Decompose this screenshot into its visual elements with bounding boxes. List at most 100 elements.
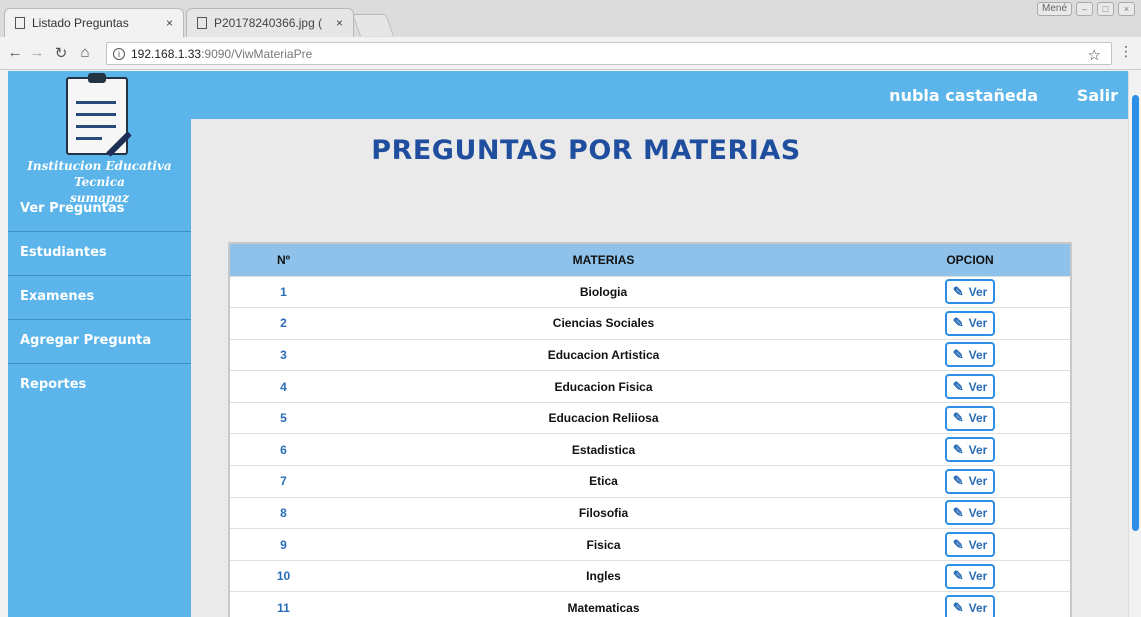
document-icon xyxy=(197,17,207,29)
ver-button[interactable]: ✎ Ver xyxy=(944,437,996,463)
ver-button-label: Ver xyxy=(968,284,988,299)
table-row: 10 Ingles ✎ Ver xyxy=(230,559,1070,592)
minimize-icon[interactable]: – xyxy=(1076,2,1093,16)
materia-name: Matematicas xyxy=(337,591,870,617)
ver-button-label: Ver xyxy=(968,347,988,362)
tab-label: Listado Preguntas xyxy=(32,16,129,30)
ver-button[interactable]: ✎ Ver xyxy=(944,310,996,336)
ver-button[interactable]: ✎ Ver xyxy=(944,500,996,526)
pencil-icon: ✎ xyxy=(952,536,964,552)
close-icon[interactable]: × xyxy=(166,16,173,30)
option-cell: ✎ Ver xyxy=(870,528,1070,561)
pencil-icon: ✎ xyxy=(952,473,964,489)
ver-button[interactable]: ✎ Ver xyxy=(944,532,996,558)
row-number: 2 xyxy=(230,307,337,340)
pencil-icon: ✎ xyxy=(952,315,964,331)
option-cell: ✎ Ver xyxy=(870,275,1070,308)
materia-name: Educacion Fisica xyxy=(337,370,870,403)
pencil-icon: ✎ xyxy=(952,283,964,299)
column-header-materias: MATERIAS xyxy=(337,244,870,276)
url-path: :9090/ViwMateriaPre xyxy=(201,46,313,61)
ver-button-label: Ver xyxy=(968,505,988,520)
tab-listado-preguntas[interactable]: Listado Preguntas × xyxy=(4,8,184,37)
ver-button-label: Ver xyxy=(968,442,988,457)
web-page: nubla castañeda Salir Institucion Educat… xyxy=(8,71,1128,617)
tab-label: P20178240366.jpg ( xyxy=(214,16,323,30)
tab-image[interactable]: P20178240366.jpg ( × xyxy=(186,8,354,37)
document-icon xyxy=(15,17,25,29)
row-number: 6 xyxy=(230,433,337,466)
browser-tab-strip: Listado Preguntas × P20178240366.jpg ( ×… xyxy=(0,0,1141,37)
row-number: 3 xyxy=(230,338,337,371)
ver-button[interactable]: ✎ Ver xyxy=(944,595,996,617)
ver-button-label: Ver xyxy=(968,537,988,552)
main-content: PREGUNTAS POR MATERIAS Nº MATERIAS OPCIO… xyxy=(191,119,1128,617)
info-icon[interactable]: i xyxy=(113,47,125,60)
table-row: 9 Fisica ✎ Ver xyxy=(230,528,1070,561)
ver-button[interactable]: ✎ Ver xyxy=(944,405,996,431)
ver-button-label: Ver xyxy=(968,316,988,331)
maximize-icon[interactable]: □ xyxy=(1097,2,1114,16)
pencil-icon: ✎ xyxy=(952,410,964,426)
pencil-icon: ✎ xyxy=(952,504,964,520)
materia-name: Educacion Artistica xyxy=(337,338,870,371)
row-number: 4 xyxy=(230,370,337,403)
ver-button[interactable]: ✎ Ver xyxy=(944,468,996,494)
materia-name: Estadistica xyxy=(337,433,870,466)
table-header-row: Nº MATERIAS OPCION xyxy=(230,244,1070,276)
pencil-icon: ✎ xyxy=(952,346,964,362)
row-number: 8 xyxy=(230,496,337,529)
option-cell: ✎ Ver xyxy=(870,559,1070,592)
user-name: nubla castañeda xyxy=(889,86,1038,105)
profile-pill[interactable]: Mené xyxy=(1036,2,1072,16)
ver-button[interactable]: ✎ Ver xyxy=(944,342,996,368)
table-row: 11 Matematicas ✎ Ver xyxy=(230,591,1070,617)
row-number: 10 xyxy=(230,559,337,592)
sidebar-nav: Ver Preguntas Estudiantes Examenes Agreg… xyxy=(8,188,191,408)
sidebar-item-examenes[interactable]: Examenes xyxy=(8,276,191,320)
materia-name: Ingles xyxy=(337,559,870,592)
ver-button[interactable]: ✎ Ver xyxy=(944,279,996,305)
sidebar-item-agregar-pregunta[interactable]: Agregar Pregunta xyxy=(8,320,191,364)
ver-button[interactable]: ✎ Ver xyxy=(944,374,996,400)
pencil-icon: ✎ xyxy=(952,441,964,457)
row-number: 11 xyxy=(230,591,337,617)
materia-name: Ciencias Sociales xyxy=(337,307,870,340)
browser-toolbar: ← → ↻ ⌂ i 192.168.1.33 :9090/ViwMateriaP… xyxy=(0,37,1141,70)
table-row: 7 Etica ✎ Ver xyxy=(230,465,1070,498)
forward-icon[interactable]: → xyxy=(28,44,46,61)
materias-table: Nº MATERIAS OPCION 1 Biologia ✎ Ver 2 Ciencia… xyxy=(228,242,1072,617)
window-close-icon[interactable]: × xyxy=(1118,2,1135,16)
ver-button[interactable]: ✎ Ver xyxy=(944,563,996,589)
address-bar[interactable]: i 192.168.1.33 :9090/ViwMateriaPre ☆ xyxy=(106,42,1112,65)
page-scrollbar[interactable] xyxy=(1128,71,1141,617)
option-cell: ✎ Ver xyxy=(870,307,1070,340)
column-header-opcion: OPCION xyxy=(870,244,1070,276)
pencil-icon: ✎ xyxy=(952,599,964,615)
sidebar-item-reportes[interactable]: Reportes xyxy=(8,364,191,408)
option-cell: ✎ Ver xyxy=(870,591,1070,617)
materia-name: Etica xyxy=(337,465,870,498)
sidebar-item-ver-preguntas[interactable]: Ver Preguntas xyxy=(8,188,191,232)
new-tab-button[interactable] xyxy=(351,14,395,36)
bookmark-star-icon[interactable]: ☆ xyxy=(1088,46,1101,64)
scrollbar-thumb[interactable] xyxy=(1132,95,1139,531)
table-row: 2 Ciencias Sociales ✎ Ver xyxy=(230,307,1070,340)
row-number: 7 xyxy=(230,465,337,498)
ver-button-label: Ver xyxy=(968,379,988,394)
school-logo xyxy=(66,73,132,157)
home-icon[interactable]: ⌂ xyxy=(76,44,94,61)
option-cell: ✎ Ver xyxy=(870,401,1070,434)
url-host: 192.168.1.33 xyxy=(131,46,202,61)
sidebar-item-estudiantes[interactable]: Estudiantes xyxy=(8,232,191,276)
school-name-line: Institucion Educativa Tecnica xyxy=(27,159,172,189)
ver-button-label: Ver xyxy=(968,569,988,584)
browser-menu-icon[interactable]: ⋮ xyxy=(1119,43,1133,60)
table-row: 3 Educacion Artistica ✎ Ver xyxy=(230,338,1070,371)
back-icon[interactable]: ← xyxy=(6,44,24,61)
materia-name: Filosofia xyxy=(337,496,870,529)
close-icon[interactable]: × xyxy=(336,16,343,30)
logout-link[interactable]: Salir xyxy=(1077,86,1118,105)
column-header-number: Nº xyxy=(230,244,337,276)
reload-icon[interactable]: ↻ xyxy=(52,44,70,62)
